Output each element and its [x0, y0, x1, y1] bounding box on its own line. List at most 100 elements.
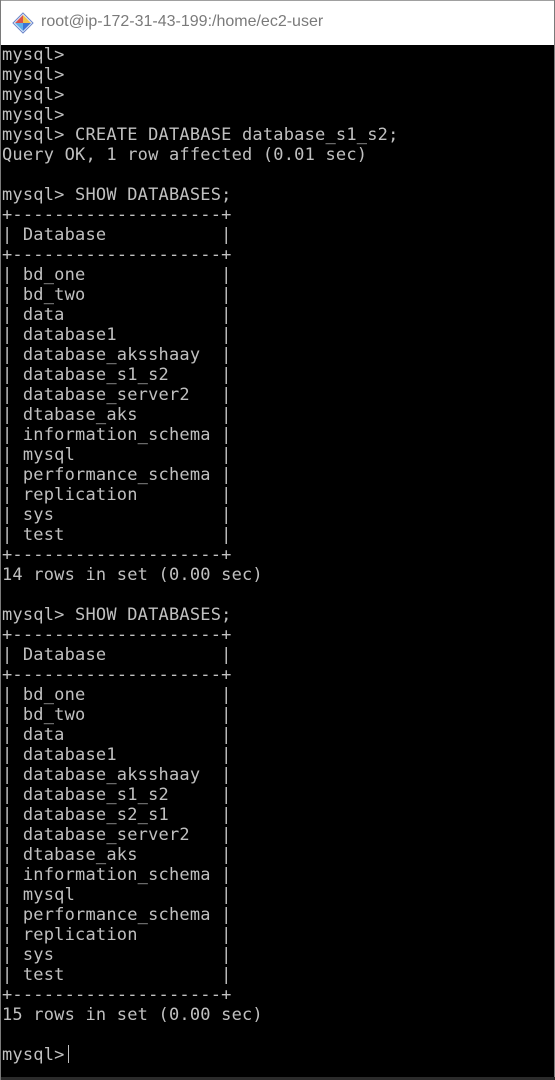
- terminal-line: +--------------------+: [2, 545, 399, 565]
- terminal-line: | bd_two |: [2, 285, 399, 305]
- terminal-line: | database_server2 |: [2, 385, 399, 405]
- terminal-line-text: | bd_two |: [2, 705, 232, 725]
- terminal-lines: mysql> mysql> mysql> mysql> mysql> CREATE DA…: [2, 45, 399, 1065]
- terminal-line: mysql>: [2, 105, 399, 125]
- terminal-line: mysql>: [2, 85, 399, 105]
- terminal-line: | database_s2_s1 |: [2, 805, 399, 825]
- terminal-line-text: | database_s1_s2 |: [2, 365, 232, 385]
- terminal-line: mysql> CREATE DATABASE database_s1_s2;: [2, 125, 399, 145]
- terminal-line-text: | database_server2 |: [2, 385, 232, 405]
- terminal-line: | mysql |: [2, 445, 399, 465]
- terminal-line: 15 rows in set (0.00 sec): [2, 1005, 399, 1025]
- terminal-line-text: +--------------------+: [2, 665, 232, 685]
- active-prompt-line[interactable]: mysql>: [2, 1045, 399, 1065]
- terminal-line-text: | information_schema |: [2, 425, 232, 445]
- terminal-line: | bd_two |: [2, 705, 399, 725]
- terminal-line-text: | database_server2 |: [2, 825, 232, 845]
- terminal-line: | sys |: [2, 505, 399, 525]
- terminal-line: +--------------------+: [2, 205, 399, 225]
- terminal-line: | bd_one |: [2, 685, 399, 705]
- terminal-line-text: | replication |: [2, 485, 232, 505]
- terminal-line-text: mysql>: [2, 45, 65, 65]
- terminal-line-text: | replication |: [2, 925, 232, 945]
- terminal-line-text: | dtabase_aks |: [2, 405, 232, 425]
- terminal-line: +--------------------+: [2, 665, 399, 685]
- terminal-line-text: | sys |: [2, 505, 232, 525]
- terminal-line: | Database |: [2, 645, 399, 665]
- terminal-line-text: | database_s1_s2 |: [2, 785, 232, 805]
- terminal-line: | database_aksshaay |: [2, 765, 399, 785]
- terminal-line: +--------------------+: [2, 985, 399, 1005]
- terminal-line: | test |: [2, 965, 399, 985]
- terminal-line-text: | dtabase_aks |: [2, 845, 232, 865]
- terminal-line: | sys |: [2, 945, 399, 965]
- window-title: root@ip-172-31-43-199:/home/ec2-user: [41, 13, 324, 30]
- terminal-line-text: | data |: [2, 725, 232, 745]
- terminal-line: mysql>: [2, 65, 399, 85]
- terminal-line: +--------------------+: [2, 625, 399, 645]
- terminal-line-text: mysql>: [2, 105, 65, 125]
- terminal-line: mysql>: [2, 45, 399, 65]
- terminal-line-text: +--------------------+: [2, 205, 232, 225]
- terminal-line: | test |: [2, 525, 399, 545]
- terminal-line: | Database |: [2, 225, 399, 245]
- terminal-line: | replication |: [2, 485, 399, 505]
- terminal-line-text: mysql>: [2, 85, 65, 105]
- terminal-line: Query OK, 1 row affected (0.01 sec): [2, 145, 399, 165]
- terminal-line-text: | Database |: [2, 645, 232, 665]
- terminal-line-text: | sys |: [2, 945, 232, 965]
- terminal-line-text: 15 rows in set (0.00 sec): [2, 1005, 263, 1025]
- terminal-line-text: | database_aksshaay |: [2, 765, 232, 785]
- title-bar[interactable]: root@ip-172-31-43-199:/home/ec2-user: [1, 0, 554, 45]
- terminal-line-text: | performance_schema |: [2, 465, 232, 485]
- terminal-line: | database1 |: [2, 745, 399, 765]
- terminal-line-text: +--------------------+: [2, 245, 232, 265]
- terminal-line: | dtabase_aks |: [2, 845, 399, 865]
- terminal-line: | information_schema |: [2, 865, 399, 885]
- terminal-line: 14 rows in set (0.00 sec): [2, 565, 399, 585]
- terminal-line-text: +--------------------+: [2, 625, 232, 645]
- terminal-line: | database_aksshaay |: [2, 345, 399, 365]
- terminal-line-text: | mysql |: [2, 445, 232, 465]
- terminal-line: | data |: [2, 725, 399, 745]
- terminal-line-text: | bd_two |: [2, 285, 232, 305]
- terminal-line: | information_schema |: [2, 425, 399, 445]
- terminal-window: root@ip-172-31-43-199:/home/ec2-user mys…: [0, 0, 555, 1080]
- terminal-line-text: | mysql |: [2, 885, 232, 905]
- terminal-line: | database_s1_s2 |: [2, 365, 399, 385]
- terminal-line-text: | test |: [2, 965, 232, 985]
- terminal-line-text: | performance_schema |: [2, 905, 232, 925]
- terminal-output[interactable]: mysql> mysql> mysql> mysql> mysql> CREATE DA…: [1, 45, 554, 1080]
- terminal-line-text: | bd_one |: [2, 265, 232, 285]
- terminal-line-text: mysql> SHOW DATABASES;: [2, 605, 232, 625]
- terminal-line-text: Query OK, 1 row affected (0.01 sec): [2, 145, 368, 165]
- terminal-line: | database1 |: [2, 325, 399, 345]
- terminal-line-text: 14 rows in set (0.00 sec): [2, 565, 263, 585]
- terminal-line: | database_s1_s2 |: [2, 785, 399, 805]
- terminal-line: +--------------------+: [2, 245, 399, 265]
- terminal-line-text: | Database |: [2, 225, 232, 245]
- terminal-line-text: | test |: [2, 525, 232, 545]
- terminal-line-text: +--------------------+: [2, 985, 232, 1005]
- text-cursor: [67, 1045, 69, 1063]
- terminal-line: | bd_one |: [2, 265, 399, 285]
- terminal-line: | mysql |: [2, 885, 399, 905]
- terminal-line-text: | information_schema |: [2, 865, 232, 885]
- terminal-line: mysql> SHOW DATABASES;: [2, 605, 399, 625]
- terminal-line: | database_server2 |: [2, 825, 399, 845]
- terminal-line: | data |: [2, 305, 399, 325]
- terminal-line: | performance_schema |: [2, 465, 399, 485]
- terminal-line-text: mysql>: [2, 65, 65, 85]
- terminal-line: | replication |: [2, 925, 399, 945]
- terminal-line: mysql> SHOW DATABASES;: [2, 185, 399, 205]
- terminal-line-text: | data |: [2, 305, 232, 325]
- terminal-line: | dtabase_aks |: [2, 405, 399, 425]
- putty-terminal-icon: [11, 11, 35, 35]
- terminal-line-text: | database_s2_s1 |: [2, 805, 232, 825]
- terminal-line-text: | database1 |: [2, 325, 232, 345]
- terminal-line-text: | database_aksshaay |: [2, 345, 232, 365]
- terminal-line-text: mysql> SHOW DATABASES;: [2, 185, 232, 205]
- terminal-line-text: +--------------------+: [2, 545, 232, 565]
